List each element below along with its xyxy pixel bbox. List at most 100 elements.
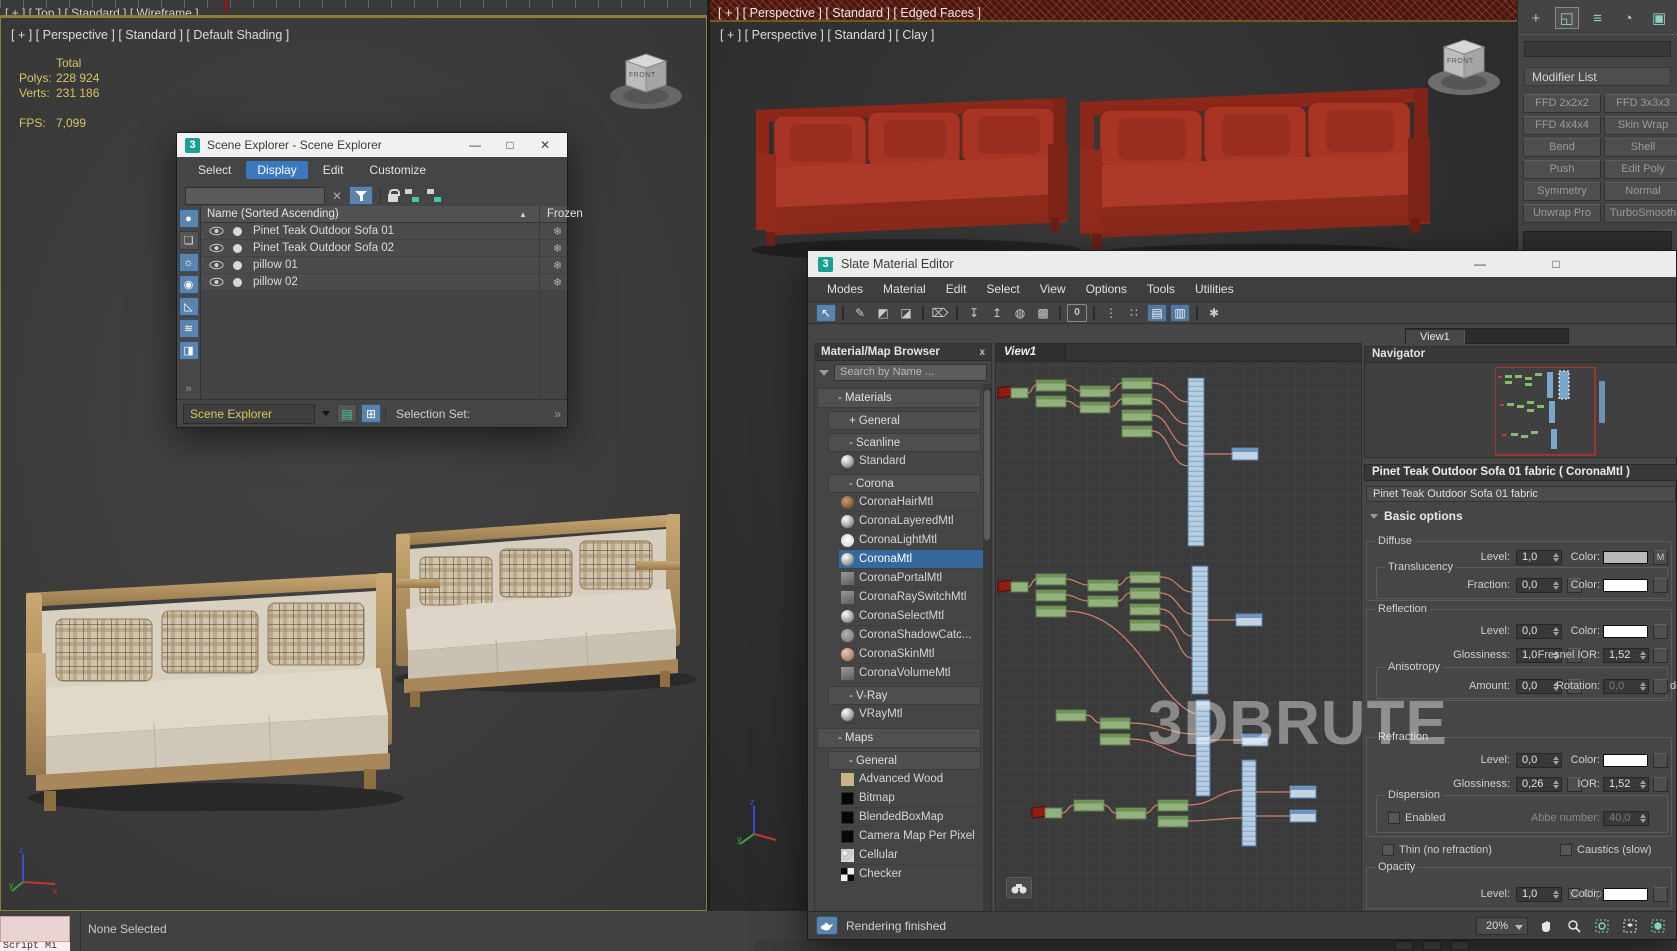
menu-Material[interactable]: Material — [874, 280, 935, 298]
layers-view-icon[interactable]: ▤ — [337, 404, 357, 423]
layout-all-icon[interactable]: ∷ — [1124, 304, 1144, 322]
thin-no-refraction-label[interactable]: Thin (no refraction) — [1399, 844, 1492, 856]
modifier-button[interactable]: TurboSmooth — [1604, 204, 1677, 223]
zoom-level-dropdown[interactable]: 20% — [1476, 917, 1528, 935]
material-list-row[interactable]: CoronaSelectMtl — [839, 607, 983, 626]
pick-material-from-object-icon[interactable]: ✎ — [850, 304, 870, 322]
material-list-row[interactable]: Cellular — [839, 846, 983, 865]
expand-hierarchy-icon[interactable] — [405, 189, 420, 202]
display-helpers-icon[interactable]: ◺ — [179, 297, 199, 316]
object-name-field[interactable] — [1524, 41, 1671, 57]
basic-options-rollout[interactable]: Basic options — [1366, 509, 1676, 526]
material-list-row[interactable]: CoronaShadowCatc... — [839, 626, 983, 645]
material-list-row[interactable]: CoronaPortalMtl — [839, 569, 983, 588]
ior-map-button[interactable] — [1653, 777, 1668, 792]
fresnel-ior-spinner[interactable]: 1,52 — [1603, 648, 1649, 663]
search-by-name-input[interactable]: Search by Name ... — [834, 364, 987, 381]
toolbar-separator[interactable] — [956, 306, 958, 320]
modifier-list-dropdown[interactable]: Modifier List — [1524, 67, 1671, 86]
sort-ascending-icon[interactable]: ▲ — [519, 206, 527, 223]
maximize-button[interactable]: □ — [1542, 255, 1570, 273]
display-materials-icon[interactable]: ◨ — [179, 341, 199, 360]
ior-spinner[interactable]: 1,52 — [1603, 777, 1649, 792]
toolbar-separator[interactable] — [922, 306, 924, 320]
edged-faces-viewport-strip[interactable]: [ + ] [ Perspective ] [ Standard ] [ Edg… — [710, 0, 1517, 22]
zoom-extents-icon[interactable] — [1620, 917, 1640, 935]
menu-Select[interactable]: Select — [977, 280, 1028, 298]
top-viewport-label[interactable]: [ + ] [ Top ] [ Standard ] [ Wireframe ] — [5, 6, 199, 17]
render-dot-icon[interactable] — [233, 244, 242, 253]
navigator-minimap[interactable] — [1495, 367, 1675, 457]
zoom-region-icon[interactable] — [1592, 917, 1612, 935]
visibility-eye-icon[interactable] — [209, 260, 224, 270]
navigator-view1-tab[interactable]: View1 — [1406, 330, 1465, 344]
maximize-button[interactable]: □ — [496, 136, 524, 154]
material-list-row[interactable]: Checker — [839, 865, 983, 884]
collapse-hierarchy-icon[interactable] — [427, 189, 442, 202]
modifier-button[interactable]: FFD 3x3x3 — [1604, 94, 1677, 113]
modify-tab[interactable]: ◱ — [1555, 7, 1579, 29]
move-children-icon[interactable]: ↧ — [964, 304, 984, 322]
slate-titlebar[interactable]: 3 Slate Material Editor — □ — [808, 251, 1676, 277]
fresnel-map-button[interactable] — [1653, 648, 1668, 663]
render-dot-icon[interactable] — [233, 278, 242, 287]
navigator-title[interactable]: Navigator — [1365, 347, 1677, 363]
show-background-icon[interactable]: ◍ — [1010, 304, 1030, 322]
viewcube[interactable]: FRONT — [604, 46, 688, 123]
zoom-tool-icon[interactable] — [1564, 917, 1584, 935]
delete-selected-icon[interactable]: ⌦ — [930, 304, 950, 322]
explorer-dropdown-icon[interactable] — [319, 404, 333, 424]
frozen-snowflake-icon[interactable]: ❄ — [553, 225, 562, 238]
material-list-row[interactable]: CoronaVolumeMtl — [839, 664, 983, 683]
material-list-row[interactable]: Bitmap — [839, 789, 983, 808]
material-name-field[interactable]: Pinet Teak Outdoor Sofa 01 fabric — [1366, 486, 1676, 502]
modifier-button[interactable]: Push — [1523, 160, 1601, 179]
modifier-button[interactable]: Edit Poly — [1604, 160, 1677, 179]
modifier-button[interactable]: FFD 4x4x4 — [1523, 116, 1601, 135]
scene-object-row[interactable]: pillow 01 ❄ — [201, 257, 567, 274]
name-column-header[interactable]: Name (Sorted Ascending) — [207, 208, 339, 220]
pan-hand-icon[interactable] — [1536, 917, 1556, 935]
viewport-label[interactable]: [ + ] [ Perspective ] [ Standard ] [ Def… — [11, 28, 289, 42]
menu-Modes[interactable]: Modes — [818, 280, 872, 298]
translucency-map-button[interactable] — [1653, 578, 1668, 593]
material-list-row[interactable]: CoronaLayeredMtl — [839, 512, 983, 531]
pan-to-selected-icon[interactable] — [1006, 877, 1032, 898]
visibility-eye-icon[interactable] — [209, 226, 224, 236]
browser-header[interactable]: Material/Map Browser x — [815, 344, 991, 361]
modifier-button[interactable]: Skin Wrap — [1604, 116, 1677, 135]
refraction-color-swatch[interactable] — [1603, 754, 1648, 767]
material-list-row[interactable]: - Materials — [817, 388, 981, 408]
toolbar-separator[interactable] — [842, 306, 844, 320]
dispersion-enabled-label[interactable]: Enabled — [1405, 812, 1445, 824]
zoom-extents-selected-icon[interactable] — [1648, 917, 1668, 935]
display-shapes-icon[interactable]: ❏ — [179, 231, 199, 250]
material-list-row[interactable]: - Corona — [828, 474, 981, 493]
modifier-button[interactable]: Bend — [1523, 138, 1601, 157]
material-list-row[interactable]: Camera Map Per Pixel — [839, 827, 983, 846]
frozen-column-header[interactable]: Frozen — [547, 206, 583, 223]
sidebar-more-chevron[interactable]: » — [177, 383, 200, 395]
display-lights-icon[interactable]: ☼ — [179, 253, 199, 272]
time-slider-head[interactable] — [224, 0, 228, 12]
scene-object-row[interactable]: Pinet Teak Outdoor Sofa 02 ❄ — [201, 240, 567, 257]
scene-object-row[interactable]: pillow 02 ❄ — [201, 274, 567, 291]
menu-Tools[interactable]: Tools — [1138, 280, 1184, 298]
refraction-map-button[interactable] — [1653, 753, 1668, 768]
modifier-button[interactable]: Symmetry — [1523, 182, 1601, 201]
display-cameras-icon[interactable]: ◉ — [179, 275, 199, 294]
browser-scrollbar[interactable] — [983, 384, 991, 912]
create-tab[interactable]: + — [1524, 7, 1548, 29]
schematic-view-icon[interactable]: ⊞ — [361, 404, 381, 423]
minimize-button[interactable]: — — [461, 136, 489, 154]
show-shaded-material-icon[interactable]: ▩ — [1033, 304, 1053, 322]
material-header[interactable]: Pinet Teak Outdoor Sofa 01 fabric ( Coro… — [1364, 464, 1677, 481]
diffuse-color-swatch[interactable] — [1603, 551, 1648, 564]
menu-Display[interactable]: Display — [246, 161, 307, 179]
display-spacewarps-icon[interactable]: ≋ — [179, 319, 199, 338]
filter-funnel-icon[interactable] — [349, 186, 373, 205]
diffuse-map-button[interactable]: M — [1653, 550, 1668, 565]
material-list-row[interactable]: - V-Ray — [828, 686, 981, 705]
menu-Utilities[interactable]: Utilities — [1186, 280, 1243, 298]
material-list-row[interactable]: CoronaSkinMtl — [839, 645, 983, 664]
